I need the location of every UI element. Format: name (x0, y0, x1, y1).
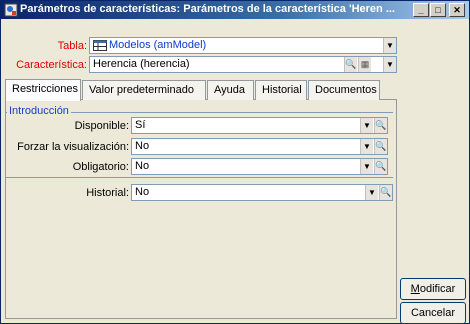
asset-manager-icon (4, 3, 18, 17)
caracteristica-value: Herencia (herencia) (93, 58, 190, 70)
search-icon[interactable]: 🔍 (374, 159, 387, 174)
chevron-down-icon[interactable]: ▼ (383, 57, 396, 72)
cancel-button[interactable]: Cancelar (400, 302, 466, 324)
tab-documentos[interactable]: Documentos (308, 80, 380, 100)
modify-label: odificar (419, 283, 456, 295)
search-icon[interactable]: 🔍 (374, 139, 387, 154)
minimize-button[interactable]: _ (413, 3, 429, 17)
historial-label: Historial: (86, 187, 129, 199)
disponible-label: Disponible: (74, 120, 129, 132)
search-icon[interactable]: 🔍 (344, 57, 357, 72)
caracteristica-label: Característica: (16, 59, 87, 71)
obligatorio-select[interactable]: No ▼ 🔍 (131, 158, 388, 175)
forzar-visualizacion-label: Forzar la visualización: (17, 141, 129, 153)
caracteristica-field[interactable]: Herencia (herencia) 🔍 ▦ ▼ (89, 56, 397, 73)
chevron-down-icon[interactable]: ▼ (360, 159, 373, 174)
modify-mnemonic: M (410, 283, 420, 295)
close-button[interactable]: ✕ (449, 3, 465, 17)
disponible-value: Sí (135, 119, 146, 131)
historial-select[interactable]: No ▼ 🔍 (131, 184, 393, 201)
tab-ayuda[interactable]: Ayuda (207, 80, 254, 100)
chevron-down-icon[interactable]: ▼ (360, 139, 373, 154)
modify-button[interactable]: Modificar (400, 278, 466, 300)
tab-historial[interactable]: Historial (255, 80, 307, 100)
disponible-select[interactable]: Sí ▼ 🔍 (131, 117, 388, 134)
forzar-visualizacion-value: No (135, 140, 150, 152)
forzar-visualizacion-select[interactable]: No ▼ 🔍 (131, 138, 388, 155)
tab-valor-predeterminado[interactable]: Valor predeterminado (82, 80, 206, 100)
obligatorio-value: No (135, 160, 150, 172)
tabla-label: Tabla: (57, 40, 87, 52)
chevron-down-icon[interactable]: ▼ (360, 118, 373, 133)
historial-value: No (135, 186, 150, 198)
introduccion-title: Introducción (7, 105, 71, 117)
search-icon[interactable]: 🔍 (379, 185, 392, 200)
search-icon[interactable]: 🔍 (374, 118, 387, 133)
dialog-window: Parámetros de características: Parámetro… (0, 0, 470, 324)
tab-restricciones[interactable]: Restricciones (5, 79, 81, 101)
details-icon[interactable]: ▦ (358, 57, 371, 72)
chevron-down-icon[interactable]: ▼ (365, 185, 378, 200)
tabla-field[interactable]: Modelos (amModel) ▼ (89, 37, 397, 54)
title-bar[interactable]: Parámetros de características: Parámetro… (1, 1, 469, 19)
obligatorio-label: Obligatorio: (72, 161, 129, 173)
window-title: Parámetros de características: Parámetro… (20, 3, 395, 15)
table-icon (93, 40, 107, 51)
maximize-button[interactable]: □ (430, 3, 446, 17)
tabla-value: Modelos (amModel) (109, 39, 207, 51)
chevron-down-icon[interactable]: ▼ (383, 38, 396, 53)
